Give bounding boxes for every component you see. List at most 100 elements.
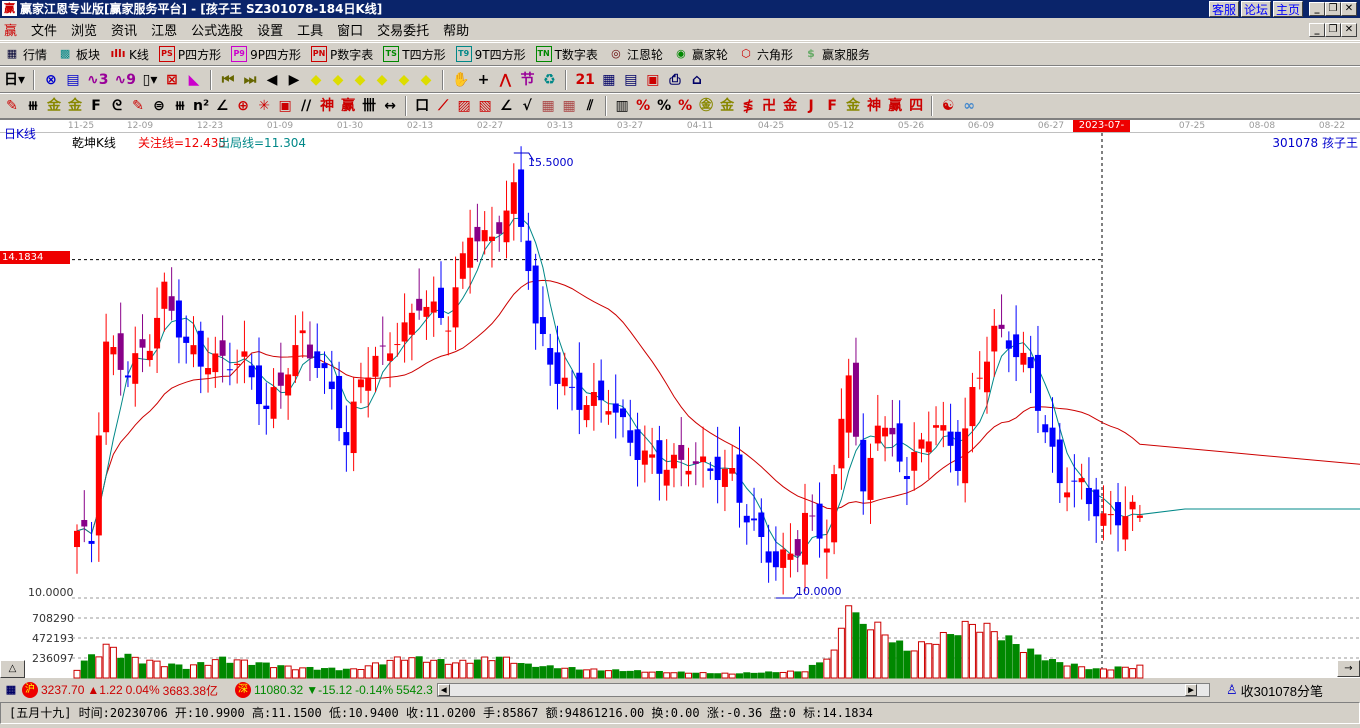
report-icon[interactable]: ▤ [623,72,639,88]
tick-detail-link[interactable]: 收301078分笔 [1241,681,1323,700]
lines-icon[interactable]: ⧻ [172,98,188,114]
kline-chart[interactable]: 11-25 12-09 12-23 01-09 01-30 02-13 02-27 03-13… [0,119,1360,679]
pattern-icon[interactable]: ⊠ [164,72,180,88]
angle2-icon[interactable]: ∠ [498,98,514,114]
grid2-icon[interactable]: ▦ [561,98,577,114]
infinity-icon[interactable]: ∞ [961,98,977,114]
fan-icon[interactable]: ✎ [130,98,146,114]
toolbar-button[interactable]: PN P数字表 [311,46,373,63]
line-draw-icon[interactable]: ⋀ [497,72,513,88]
spiral-icon[interactable]: ᘓ [109,98,125,114]
toolbar-button[interactable]: $ 赢家服务 [803,46,870,63]
diamond-x-icon[interactable]: ◆ [374,72,390,88]
gann-box-icon[interactable]: ▨ [456,98,472,114]
fan-bar-icon[interactable]: ≸ [740,98,756,114]
calculator-icon[interactable]: ▦ [601,72,617,88]
flag-icon[interactable]: ◣ [186,72,202,88]
pencil-icon[interactable]: ✎ [4,98,20,114]
volume-toggle-button[interactable]: △ [0,660,25,678]
toolbar-button[interactable]: ıllı K线 [110,46,148,63]
chart-canvas[interactable] [0,120,1360,679]
menu-item[interactable]: 文件 [31,20,57,39]
ying-icon[interactable]: 赢 [340,98,356,114]
toolbar-button[interactable]: ⬡ 六角形 [738,46,793,63]
cycle-icon[interactable]: ♻ [541,72,557,88]
restore-button[interactable]: ❐ [1325,2,1341,16]
square-wave-icon[interactable]: 卍 [761,98,777,114]
minimize-button[interactable]: _ [1309,2,1325,16]
support-link[interactable]: 客服 [1209,1,1240,17]
menu-item[interactable]: 江恩 [151,20,177,39]
child-restore-button[interactable]: ❐ [1325,23,1341,37]
angle-icon[interactable]: ∠ [214,98,230,114]
toolbar-button[interactable]: T9 9T四方形 [455,46,526,63]
diamond-left-icon[interactable]: ◆ [308,72,324,88]
slash-icon[interactable]: // [298,98,314,114]
measure-icon[interactable]: ↔ [382,98,398,114]
shen-angle-icon[interactable]: 神 [866,98,882,114]
child-close-button[interactable]: ✕ [1341,23,1357,37]
home-link[interactable]: 主页 [1273,1,1304,17]
toolbar-button[interactable]: ◉ 赢家轮 [673,46,728,63]
first-icon[interactable]: ⏮ [220,72,236,88]
menu-item[interactable]: 交易委托 [377,20,429,39]
square-target-icon[interactable]: ▣ [277,98,293,114]
gold-bar-icon[interactable]: 金 [782,98,798,114]
wave9-icon[interactable]: ∿9 [115,72,136,88]
hatch-icon[interactable]: ⫽ [582,98,598,114]
gold-split-icon[interactable]: 金 [46,98,62,114]
menu-item[interactable]: 帮助 [443,20,469,39]
gann-fan-icon[interactable]: ⟋ [435,98,451,114]
save-icon[interactable]: ▣ [645,72,661,88]
diamond-star-icon[interactable]: ◆ [396,72,412,88]
gold-angle-icon[interactable]: 金 [845,98,861,114]
scroll-left-arrow[interactable]: ◀ [437,684,450,696]
quote-table-icon[interactable]: ▦ [3,682,19,698]
last-icon[interactable]: ⏭ [242,72,258,88]
print-icon[interactable]: ⎙ [667,72,683,88]
menu-item[interactable]: 公式选股 [191,20,243,39]
grid-icon[interactable]: ▦ [540,98,556,114]
toolbar-button[interactable]: ▦ 行情 [4,46,47,63]
menu-item[interactable]: 资讯 [111,20,137,39]
gann-grid-icon[interactable]: ▧ [477,98,493,114]
calendar-icon[interactable]: 21 [575,72,594,88]
bars-icon[interactable]: ▥ [614,98,630,114]
zigzag-icon[interactable]: √ [519,98,535,114]
toolbar-button[interactable]: ◎ 江恩轮 [608,46,663,63]
fib-icon[interactable]: F [88,98,104,114]
close-button[interactable]: ✕ [1341,2,1357,16]
gold-lines-icon[interactable]: 金 [719,98,735,114]
gold-split2-icon[interactable]: 金 [67,98,83,114]
box-icon[interactable]: 口 [414,98,430,114]
menu-item[interactable]: 工具 [297,20,323,39]
comb-icon[interactable]: 卌 [361,98,377,114]
f-angle-icon[interactable]: F [824,98,840,114]
ying-angle-icon[interactable]: 赢 [887,98,903,114]
horizontal-scrollbar[interactable]: ◀ ▶ [436,683,1210,697]
j-angle-icon[interactable]: J [803,98,819,114]
menu-item[interactable]: 窗口 [337,20,363,39]
diamond-right-icon[interactable]: ◆ [330,72,346,88]
gold-circle-icon[interactable]: ㊎ [698,98,714,114]
toolbar-button[interactable]: ▩ 板块 [57,46,100,63]
shen-icon[interactable]: 神 [319,98,335,114]
candle-select-icon[interactable]: ▯▾ [142,72,158,88]
app-menu-logo[interactable]: 赢 [4,20,17,39]
target-icon[interactable]: ⊕ [235,98,251,114]
percent-icon[interactable]: % [656,98,672,114]
overlay-icon[interactable]: ⊗ [43,72,59,88]
forum-link[interactable]: 论坛 [1241,1,1272,17]
pct-slash-icon[interactable]: % [635,98,651,114]
menu-item[interactable]: 设置 [257,20,283,39]
hand-icon[interactable]: ✋ [452,72,469,88]
yinyang-icon[interactable]: ☯ [940,98,956,114]
scroll-right-button[interactable]: → [1337,660,1360,677]
toolbar-button[interactable]: TN T数字表 [535,46,598,63]
wave3-icon[interactable]: ∿3 [87,72,108,88]
pct-lines-icon[interactable]: % [677,98,693,114]
circle-grid-icon[interactable]: ⊜ [151,98,167,114]
diamond-both-icon[interactable]: ◆ [352,72,368,88]
n2-icon[interactable]: n² [193,98,209,114]
toolbar-button[interactable]: P9 9P四方形 [231,46,301,63]
